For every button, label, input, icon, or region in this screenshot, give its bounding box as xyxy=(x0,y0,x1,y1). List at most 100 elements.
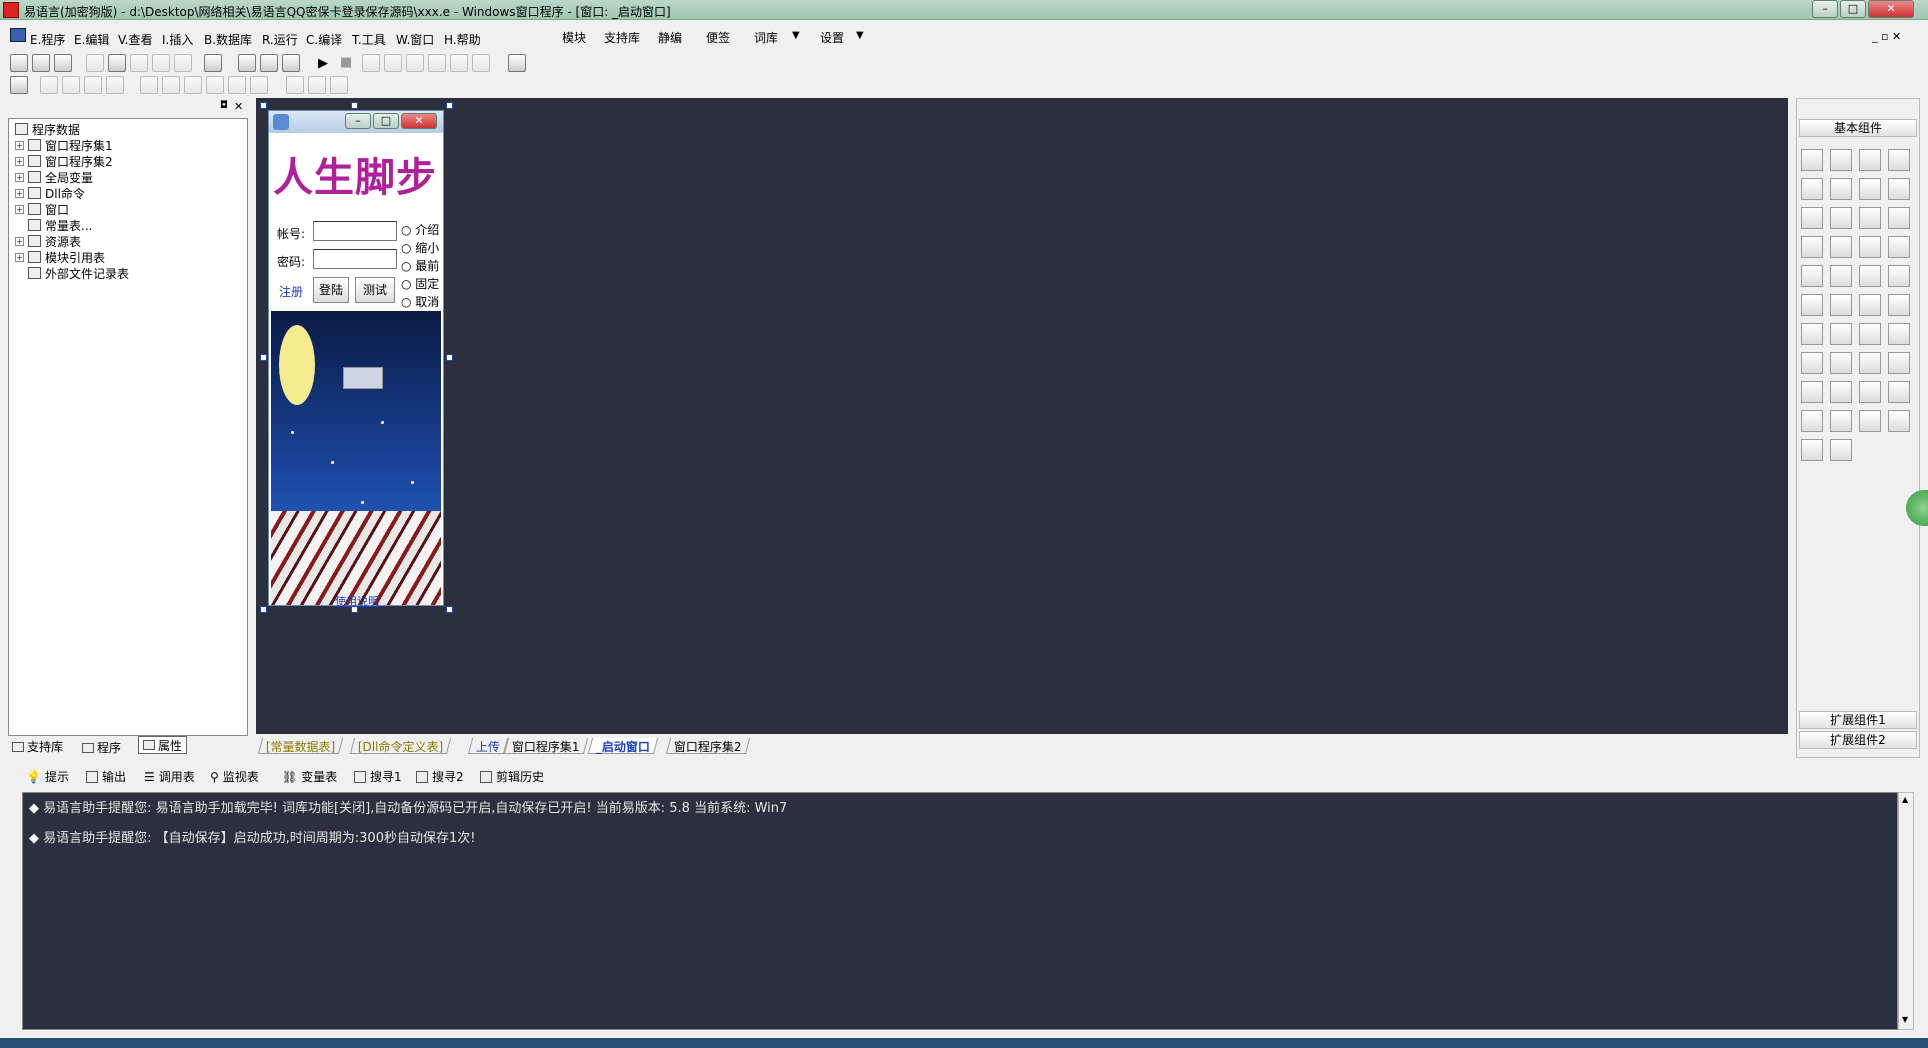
tree-item[interactable]: + Dll命令 xyxy=(15,185,85,201)
register-link[interactable]: 注册 xyxy=(279,283,303,300)
cut-icon[interactable] xyxy=(86,54,104,72)
form-minimize-button[interactable]: – xyxy=(345,113,371,129)
fit-size-icon[interactable] xyxy=(330,76,348,94)
align-bottom-icon[interactable] xyxy=(106,76,124,94)
component-icon[interactable] xyxy=(1830,352,1852,374)
extended-components-2[interactable]: 扩展组件2 xyxy=(1799,731,1917,749)
tab-constant-table[interactable]: [常量数据表] xyxy=(257,738,344,754)
align-left-icon[interactable] xyxy=(40,76,58,94)
component-icon[interactable] xyxy=(1801,294,1823,316)
resize-handle[interactable] xyxy=(351,102,358,109)
component-icon[interactable] xyxy=(1830,323,1852,345)
layout-3-icon[interactable] xyxy=(282,54,300,72)
menu-database[interactable]: B.数据库 xyxy=(204,31,252,48)
component-icon[interactable] xyxy=(1888,236,1910,258)
tree-item[interactable]: 常量表... xyxy=(28,217,92,233)
dictionary-dropdown-icon[interactable]: ▼ xyxy=(792,30,800,41)
component-icon[interactable] xyxy=(1801,178,1823,200)
menu-compile[interactable]: C.编译 xyxy=(306,31,342,48)
account-input[interactable] xyxy=(313,221,397,241)
open-file-icon[interactable] xyxy=(32,54,50,72)
redo-icon[interactable] xyxy=(174,54,192,72)
expand-icon[interactable]: + xyxy=(15,156,24,166)
component-icon[interactable] xyxy=(1859,381,1881,403)
expand-icon[interactable]: + xyxy=(15,172,24,182)
space-horizontal-icon[interactable] xyxy=(184,76,202,94)
step-into-icon[interactable] xyxy=(384,54,402,72)
breakpoint-icon[interactable] xyxy=(450,54,468,72)
login-button[interactable]: 登陆 xyxy=(313,277,349,303)
step-over-icon[interactable] xyxy=(428,54,446,72)
component-icon[interactable] xyxy=(1888,381,1910,403)
component-icon[interactable] xyxy=(1859,236,1881,258)
resize-handle[interactable] xyxy=(446,102,453,109)
resize-handle[interactable] xyxy=(446,354,453,361)
tab-hint[interactable]: 💡 提示 xyxy=(26,768,69,785)
component-icon[interactable] xyxy=(1801,410,1823,432)
tab-support-library[interactable]: 支持库 xyxy=(12,738,63,755)
radio-cancel[interactable]: ○ 取消 xyxy=(401,293,439,311)
tab-search-2[interactable]: 搜寻2 xyxy=(416,768,464,785)
radio-minimize[interactable]: ○ 缩小 xyxy=(401,239,439,257)
maximize-button[interactable]: □ xyxy=(1840,0,1866,18)
hand-icon[interactable] xyxy=(472,54,490,72)
center-vertical-icon[interactable] xyxy=(162,76,180,94)
tree-item[interactable]: 外部文件记录表 xyxy=(28,265,129,281)
component-icon[interactable] xyxy=(1859,323,1881,345)
resize-handle[interactable] xyxy=(260,354,267,361)
menu-window[interactable]: W.窗口 xyxy=(396,31,434,48)
tab-startup-window[interactable]: _启动窗口 xyxy=(587,738,659,754)
new-file-icon[interactable] xyxy=(10,54,28,72)
find-icon[interactable] xyxy=(204,54,222,72)
component-icon[interactable] xyxy=(1801,439,1823,461)
form-maximize-button[interactable]: □ xyxy=(373,113,399,129)
extended-components-1[interactable]: 扩展组件1 xyxy=(1799,711,1917,729)
component-icon[interactable] xyxy=(1859,265,1881,287)
expand-icon[interactable]: + xyxy=(15,140,24,150)
designed-form[interactable]: – □ ✕ 人生脚步 帐号: 密码: ○ 介绍 ○ 缩小 ○ 最前 ○ 固定 ○… xyxy=(268,110,444,608)
component-icon[interactable] xyxy=(1888,149,1910,171)
menu-program[interactable]: E.程序 xyxy=(30,31,65,48)
component-icon[interactable] xyxy=(1830,236,1852,258)
component-icon[interactable] xyxy=(1888,207,1910,229)
component-icon[interactable] xyxy=(1830,439,1852,461)
component-icon[interactable] xyxy=(1801,236,1823,258)
tab-upload[interactable]: 上传 xyxy=(467,738,509,754)
tab-program[interactable]: 程序 xyxy=(82,739,121,756)
component-icon[interactable] xyxy=(1888,265,1910,287)
menu-static-compile[interactable]: 静编 xyxy=(658,29,682,46)
tab-dll-definitions[interactable]: [Dll命令定义表] xyxy=(349,738,452,754)
expand-icon[interactable]: + xyxy=(15,236,24,246)
component-icon[interactable] xyxy=(1859,410,1881,432)
layout-1-icon[interactable] xyxy=(238,54,256,72)
center-horizontal-icon[interactable] xyxy=(140,76,158,94)
menu-tools[interactable]: T.工具 xyxy=(352,31,386,48)
component-icon[interactable] xyxy=(1888,294,1910,316)
align-top-icon[interactable] xyxy=(84,76,102,94)
tab-window-class-2[interactable]: 窗口程序集2 xyxy=(665,738,750,754)
component-icon[interactable] xyxy=(1830,294,1852,316)
component-icon[interactable] xyxy=(1888,323,1910,345)
component-icon[interactable] xyxy=(1830,381,1852,403)
save-icon[interactable] xyxy=(54,54,72,72)
tab-clipboard-history[interactable]: 剪辑历史 xyxy=(480,768,544,785)
design-editor[interactable] xyxy=(256,98,1788,734)
tree-item[interactable]: + 全局变量 xyxy=(15,169,93,185)
align-right-icon[interactable] xyxy=(62,76,80,94)
run-icon[interactable]: ▶ xyxy=(318,56,328,71)
component-icon[interactable] xyxy=(1801,381,1823,403)
menu-view[interactable]: V.查看 xyxy=(118,31,152,48)
fit-width-icon[interactable] xyxy=(286,76,304,94)
tree-root[interactable]: 程序数据 xyxy=(15,121,80,137)
menu-dictionary[interactable]: 词库 xyxy=(754,29,778,46)
menu-insert[interactable]: I.插入 xyxy=(162,31,193,48)
same-width-icon[interactable] xyxy=(228,76,246,94)
tree-item[interactable]: + 资源表 xyxy=(15,233,81,249)
form-close-button[interactable]: ✕ xyxy=(401,113,437,129)
component-icon[interactable] xyxy=(1801,149,1823,171)
tree-item[interactable]: + 窗口 xyxy=(15,201,69,217)
component-icon[interactable] xyxy=(1859,207,1881,229)
component-icon[interactable] xyxy=(1830,149,1852,171)
tree-item[interactable]: + 窗口程序集2 xyxy=(15,153,113,169)
component-icon[interactable] xyxy=(1859,178,1881,200)
